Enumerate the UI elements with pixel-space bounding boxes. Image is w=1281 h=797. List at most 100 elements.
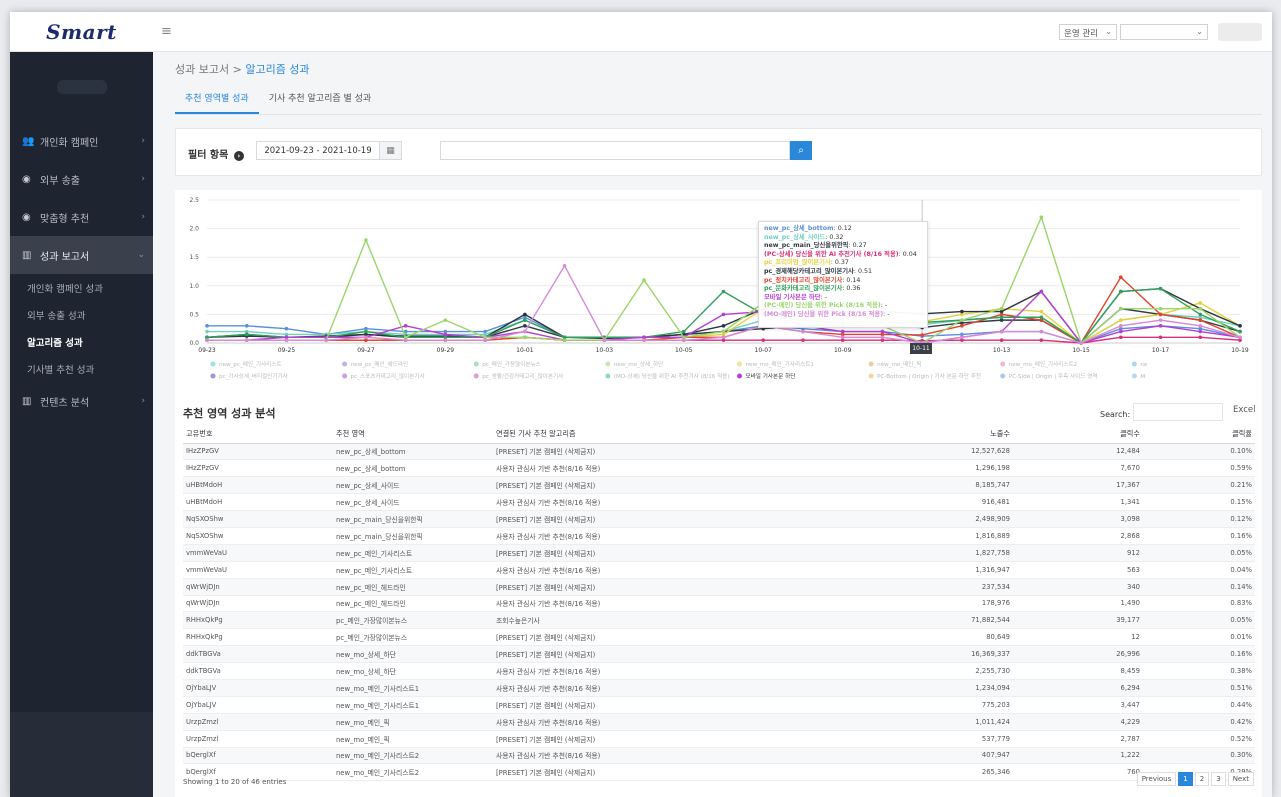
chevron-right-icon: › <box>141 174 145 184</box>
cell-clicks: 1,222 <box>1013 747 1143 765</box>
x-tick-label: 10-19 <box>1231 347 1249 354</box>
table-row[interactable]: OjYbaLJV new_mo_메인_기사리스트1 [PRESET] 기본 캠페인 … <box>183 696 1255 714</box>
calendar-icon[interactable]: ▦ <box>380 141 402 160</box>
data-point <box>523 335 527 340</box>
tab-algorithm-performance[interactable]: 기사 추천 알고리즘 별 성과 <box>259 86 382 114</box>
table-row[interactable]: ddkTBGVa new_mo_상세_하단 [PRESET] 기본 캠페인 (삭제금… <box>183 645 1255 664</box>
cell-clicks: 7,670 <box>1013 459 1143 478</box>
column-header-id[interactable]: 고유번호 <box>183 425 333 444</box>
table-row[interactable]: bQerglXf new_mo_메인_기사리스트2 [PRESET] 기본 캠페인 … <box>183 763 1255 782</box>
cell-clicks: 912 <box>1013 544 1143 562</box>
sidebar-item-campaign[interactable]: 👥 개인화 캠페인 › <box>10 122 153 160</box>
breadcrumb-parent[interactable]: 성과 보고서 <box>175 63 229 76</box>
sidebar: Smart 👥 개인화 캠페인 › ◉ 외부 송출 › ◉ 맞춤형 추천 › ▥… <box>10 12 153 797</box>
cell-id: IHzZPzGV <box>183 459 333 478</box>
column-header-area[interactable]: 추천 영역 <box>333 425 493 444</box>
submenu-algorithm-report[interactable]: 알고리즘 성과 <box>10 328 153 355</box>
data-point <box>1039 338 1044 342</box>
data-point <box>284 338 289 342</box>
data-point <box>880 329 885 334</box>
table-row[interactable]: qWrWjDJn new_pc_메인_헤드라인 사용자 관심사 기반 추천(8/16… <box>183 595 1255 613</box>
cell-algorithm: 사용자 관심사 기반 추천(8/16 적용) <box>493 713 873 731</box>
table-row[interactable]: ddkTBGVa new_mo_상세_하단 사용자 관심사 기반 추천(8/16 적… <box>183 662 1255 680</box>
table-row[interactable]: IHzZPzGV new_pc_상세_bottom 사용자 관심사 기반 추천(8/… <box>183 459 1255 478</box>
table-row[interactable]: vmmWeVaU new_pc_메인_기사리스트 사용자 관심사 기반 추천(8/1… <box>183 561 1255 579</box>
y-tick-label: 0.5 <box>189 311 199 318</box>
submenu-article-report[interactable]: 기사별 추천 성과 <box>10 355 153 382</box>
pagination-previous[interactable]: Previous <box>1136 772 1177 786</box>
sidebar-item-recommend[interactable]: ◉ 맞춤형 추천 › <box>10 198 153 236</box>
table-search-input[interactable] <box>1133 403 1223 421</box>
data-point <box>960 318 964 322</box>
pagination-next[interactable]: Next <box>1227 772 1254 786</box>
data-point <box>443 332 448 337</box>
column-header-impressions[interactable]: 노출수 <box>873 425 1013 444</box>
data-point <box>364 335 368 340</box>
site-select[interactable]: ⌄ <box>1120 24 1208 40</box>
table-row[interactable]: uHBtMdoH new_pc_상세_사이드 사용자 관심사 기반 추천(8/16 … <box>183 493 1255 512</box>
column-header-algorithm[interactable]: 연결된 기사 추천 알고리즘 <box>493 425 873 444</box>
chevron-right-circle-icon[interactable]: › <box>233 151 244 161</box>
search-input[interactable] <box>440 141 790 160</box>
table-row[interactable]: OjYbaLJV new_mo_메인_기사리스트1 사용자 관심사 기반 추천(8/… <box>183 679 1255 697</box>
legend-label: new_pc_메인_기사리스트 <box>219 360 282 368</box>
search-button[interactable]: ⌕ <box>790 141 812 160</box>
cell-ctr: 0.52% <box>1143 730 1255 748</box>
submenu-campaign-report[interactable]: 개인화 캠페인 성과 <box>10 274 153 301</box>
pagination-page-3[interactable]: 3 <box>1211 772 1226 786</box>
pagination-page-1[interactable]: 1 <box>1178 772 1193 786</box>
column-header-clicks[interactable]: 클릭수 <box>1013 425 1143 444</box>
table-row[interactable]: NqSXOShw new_pc_main_당신을위한픽 [PRESET] 기본 캠페… <box>183 510 1255 528</box>
data-point <box>244 338 249 342</box>
table-row[interactable]: uHBtMdoH new_pc_상세_사이드 [PRESET] 기본 캠페인 (삭제… <box>183 476 1255 495</box>
sidebar-item-label: 맞춤형 추천 <box>40 213 90 225</box>
pagination-page-2[interactable]: 2 <box>1194 772 1210 786</box>
table-row[interactable]: NqSXOShw new_pc_main_당신을위한픽 사용자 관심사 기반 추천(… <box>183 527 1255 545</box>
table-row[interactable]: RHHxQkPg pc_메인_가장많이본뉴스 조회수높은기사 71,882,544 39… <box>183 611 1255 630</box>
menu-icon[interactable]: ≡ <box>161 24 172 39</box>
cell-area: new_mo_메인_기사리스트2 <box>333 763 493 782</box>
table-row[interactable]: IHzZPzGV new_pc_상세_bottom [PRESET] 기본 캠페인 … <box>183 443 1255 461</box>
cell-clicks: 1,341 <box>1013 493 1143 512</box>
column-header-ctr[interactable]: 클릭율 <box>1143 425 1255 444</box>
data-point <box>960 309 964 314</box>
table-row[interactable]: qWrWjDJn new_pc_메인_헤드라인 [PRESET] 기본 캠페인 (삭… <box>183 578 1255 596</box>
date-range-input[interactable]: 2021-09-23 - 2021-10-19 <box>256 141 380 160</box>
tooltip-series-value: 0.37 <box>834 259 849 267</box>
data-point <box>443 338 448 342</box>
cell-area: new_pc_메인_헤드라인 <box>333 578 493 596</box>
cell-ctr: 0.38% <box>1143 662 1255 680</box>
tooltip-series-name: (PC-메인) 당신을 위한 Pick (8/16 적용) <box>764 302 881 310</box>
y-tick-label: 2.5 <box>189 197 199 204</box>
legend-swatch <box>210 373 216 379</box>
main-content: 성과 보고서 > 알고리즘 성과 추천 영역별 성과 기사 추천 알고리즘 별 … <box>153 52 1272 797</box>
sidebar-footer <box>10 712 153 797</box>
cell-algorithm: 사용자 관심사 기반 추천(8/16 적용) <box>493 493 873 512</box>
cell-id: RHHxQkPg <box>183 628 333 647</box>
data-point <box>1119 335 1123 340</box>
chevron-down-icon: ⌄ <box>1196 27 1203 36</box>
tab-area-performance[interactable]: 추천 영역별 성과 <box>175 86 259 114</box>
legend-label: pc_스포츠카테고리_많이본기사 <box>351 372 425 380</box>
table-row[interactable]: bQerglXf new_mo_메인_기사리스트2 사용자 관심사 기반 추천(8/… <box>183 747 1255 765</box>
sidebar-item-report[interactable]: ▥ 성과 보고서 ⌄ <box>10 236 153 274</box>
data-point <box>324 338 328 342</box>
admin-select[interactable]: 운영 관리 ⌄ <box>1059 24 1117 40</box>
data-point <box>920 333 924 337</box>
sidebar-item-external[interactable]: ◉ 외부 송출 › <box>10 160 153 198</box>
submenu-external-report[interactable]: 외부 송출 성과 <box>10 301 153 328</box>
user-menu[interactable] <box>1218 23 1262 41</box>
cell-ctr: 0.04% <box>1143 561 1255 579</box>
cell-area: new_mo_메인_기사리스트1 <box>333 679 493 697</box>
x-tick-label: 09-29 <box>437 347 455 354</box>
cell-impressions: 1,316,947 <box>873 561 1013 579</box>
table-row[interactable]: UrzpZmzl new_mo_메인_픽 사용자 관심사 기반 추천(8/16 적용… <box>183 713 1255 731</box>
excel-button[interactable]: Excel <box>1233 405 1256 415</box>
sidebar-item-content-analysis[interactable]: ▥ 컨텐츠 분석 › <box>10 382 153 420</box>
table-row[interactable]: vmmWeVaU new_pc_메인_기사리스트 [PRESET] 기본 캠페인 (… <box>183 544 1255 562</box>
table-row[interactable]: RHHxQkPg pc_메인_가장많이본뉴스 [PRESET] 기본 캠페인 (삭제… <box>183 628 1255 647</box>
legend-swatch <box>868 361 874 367</box>
logo-area[interactable]: Smart <box>10 12 153 52</box>
data-point <box>443 318 448 322</box>
table-row[interactable]: UrzpZmzl new_mo_메인_픽 [PRESET] 기본 캠페인 (삭제금지… <box>183 730 1255 748</box>
